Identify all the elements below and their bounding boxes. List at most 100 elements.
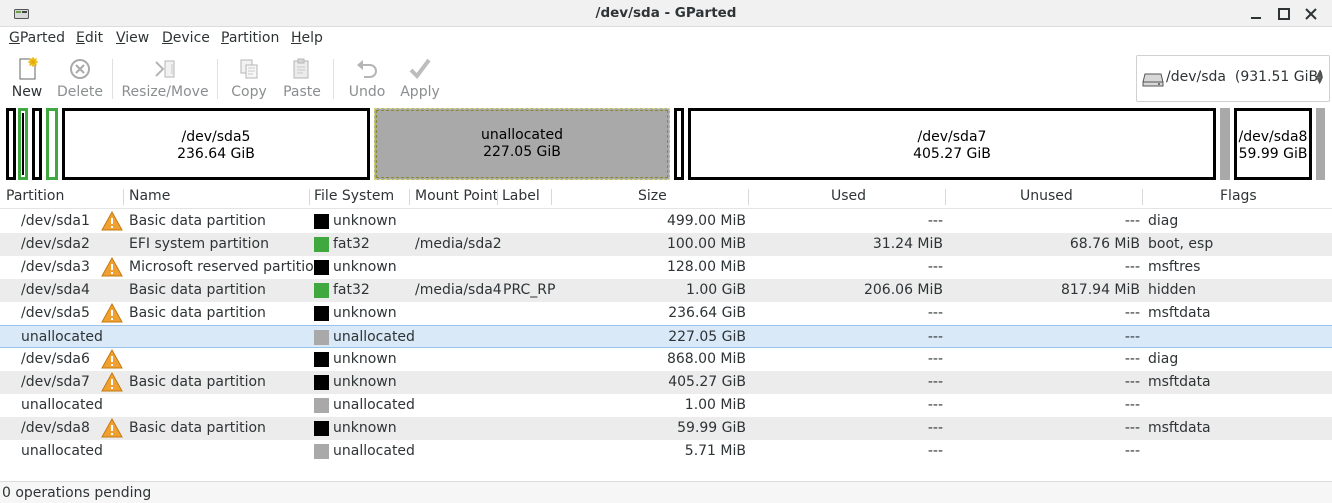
size-cell: 100.00 MiB — [666, 236, 746, 252]
column-size[interactable]: Size — [638, 188, 667, 212]
disk-graph: /dev/sda5 236.64 GiB unallocated 227.05 … — [6, 108, 1326, 180]
device-size: (931.51 GiB) — [1234, 69, 1324, 85]
disk-partition-sda5-text: /dev/sda5 236.64 GiB — [65, 129, 367, 163]
column-partition[interactable]: Partition — [6, 188, 64, 212]
copy-button[interactable]: Copy — [228, 54, 270, 102]
table-row[interactable]: /dev/sda5 Basic data partition unknown 236.… — [0, 302, 1332, 325]
table-row[interactable]: /dev/sda6 unknown 868.00 MiB --- --- diag — [0, 348, 1332, 371]
column-label[interactable]: Label — [502, 188, 540, 212]
disk-partition-sda2[interactable] — [18, 108, 28, 180]
column-file-system[interactable]: File System — [314, 188, 394, 212]
device-selector[interactable]: /dev/sda (931.51 GiB) ▲ ▼ — [1136, 55, 1330, 102]
delete-button[interactable]: Delete — [56, 54, 104, 102]
table-row[interactable]: unallocated unallocated 227.05 GiB --- --- — [0, 325, 1332, 348]
disk-partition-sda3[interactable] — [32, 108, 42, 180]
size-cell: 405.27 GiB — [668, 374, 746, 390]
close-icon[interactable] — [1302, 5, 1320, 23]
column-used[interactable]: Used — [831, 188, 866, 212]
table-row[interactable]: /dev/sda8 Basic data partition unknown 59.9… — [0, 417, 1332, 440]
partition-cell: /dev/sda6 — [21, 351, 90, 367]
device-path: /dev/sda — [1166, 69, 1226, 85]
partition-cell: /dev/sda5 — [21, 305, 90, 321]
warning-icon — [101, 372, 123, 392]
undo-button[interactable]: Undo — [345, 54, 389, 102]
toolbar-separator — [112, 59, 113, 99]
disk-partition-sda7[interactable]: /dev/sda7 405.27 GiB — [688, 108, 1216, 180]
name-cell: Basic data partition — [129, 305, 266, 321]
used-cell: --- — [927, 443, 943, 459]
unused-cell: --- — [1124, 420, 1140, 436]
column-name[interactable]: Name — [129, 188, 170, 212]
menu-view[interactable]: View — [116, 30, 149, 46]
partition-cell: /dev/sda8 — [21, 420, 90, 436]
table-row[interactable]: /dev/sda3 Microsoft reserved partition unk… — [0, 256, 1332, 279]
resize-move-button[interactable]: Resize/Move — [120, 54, 210, 102]
table-row[interactable]: unallocated unallocated 5.71 MiB --- --- — [0, 440, 1332, 463]
minimize-icon[interactable] — [1247, 5, 1265, 23]
partition-cell: /dev/sda7 — [21, 374, 90, 390]
table-row[interactable]: unallocated unallocated 1.00 MiB --- --- — [0, 394, 1332, 417]
disk-unallocated-trailing[interactable] — [1316, 108, 1325, 180]
column-flags[interactable]: Flags — [1220, 188, 1257, 212]
filesystem-color-swatch — [314, 330, 329, 345]
column-mount-point[interactable]: Mount Point — [415, 188, 498, 212]
disk-partition-size: 236.64 GiB — [177, 146, 255, 162]
disk-partition-sda5[interactable]: /dev/sda5 236.64 GiB — [62, 108, 370, 180]
unused-cell: --- — [1124, 305, 1140, 321]
table-row[interactable]: /dev/sda1 Basic data partition unknown 499.… — [0, 210, 1332, 233]
column-separator — [409, 189, 410, 205]
filesystem-color-swatch — [314, 306, 329, 321]
maximize-icon[interactable] — [1275, 5, 1293, 23]
disk-partition-name: /dev/sda5 — [181, 129, 251, 145]
menu-gparted[interactable]: GParted — [9, 30, 65, 46]
menu-partition[interactable]: Partition — [221, 30, 279, 46]
filesystem-color-swatch — [314, 260, 329, 275]
paste-button[interactable]: Paste — [280, 54, 324, 102]
menu-help[interactable]: Help — [291, 30, 323, 46]
mount-point-cell: /media/sda2 — [415, 236, 502, 252]
size-cell: 1.00 MiB — [684, 397, 746, 413]
used-cell: 31.24 MiB — [872, 236, 943, 252]
toolbar: New Delete Resize/Move Copy Paste Undo A… — [0, 51, 1332, 104]
disk-unallocated-small[interactable] — [1220, 108, 1230, 180]
size-cell: 227.05 GiB — [668, 329, 746, 345]
new-partition-icon — [19, 57, 38, 80]
used-cell: --- — [927, 329, 943, 345]
partition-cell: unallocated — [21, 329, 103, 345]
disk-partition-sda7-text: /dev/sda7 405.27 GiB — [691, 129, 1213, 163]
filesystem-cell: unknown — [333, 374, 397, 390]
flags-cell: msftdata — [1148, 305, 1211, 321]
name-cell: Basic data partition — [129, 420, 266, 436]
table-row[interactable]: /dev/sda2 EFI system partition fat32/media… — [0, 233, 1332, 256]
unused-cell: 68.76 MiB — [1069, 236, 1140, 252]
status-text: 0 operations pending — [2, 485, 152, 501]
disk-unallocated-selected[interactable]: unallocated 227.05 GiB — [374, 108, 670, 180]
filesystem-cell: unallocated — [333, 443, 415, 459]
filesystem-color-swatch — [314, 214, 329, 229]
menu-bar: GParted Edit View Device Partition Help — [0, 27, 1332, 51]
column-unused[interactable]: Unused — [1020, 188, 1073, 212]
size-cell: 5.71 MiB — [684, 443, 746, 459]
undo-icon — [357, 60, 377, 78]
filesystem-cell: unknown — [333, 305, 397, 321]
menu-device[interactable]: Device — [162, 30, 210, 46]
partition-cell: /dev/sda3 — [21, 259, 90, 275]
filesystem-cell: unknown — [333, 213, 397, 229]
table-row[interactable]: /dev/sda7 Basic data partition unknown 405.… — [0, 371, 1332, 394]
filesystem-color-swatch — [314, 375, 329, 390]
disk-partition-sda6[interactable] — [674, 108, 684, 180]
window-title: /dev/sda - GParted — [595, 5, 737, 21]
disk-partition-sda8[interactable]: /dev/sda8 59.99 GiB — [1234, 108, 1312, 180]
disk-partition-sda1[interactable] — [6, 108, 16, 180]
menu-edit[interactable]: Edit — [76, 30, 103, 46]
size-cell: 236.64 GiB — [668, 305, 746, 321]
filesystem-color-swatch — [314, 444, 329, 459]
table-row[interactable]: /dev/sda4 Basic data partition fat32/media… — [0, 279, 1332, 302]
toolbar-separator — [217, 59, 218, 99]
warning-icon — [101, 303, 123, 323]
partition-cell: /dev/sda4 — [21, 282, 90, 298]
new-button[interactable]: New — [6, 54, 48, 102]
apply-button[interactable]: Apply — [397, 54, 443, 102]
name-cell: Microsoft reserved partition — [129, 259, 323, 275]
disk-partition-sda4[interactable] — [46, 108, 58, 180]
